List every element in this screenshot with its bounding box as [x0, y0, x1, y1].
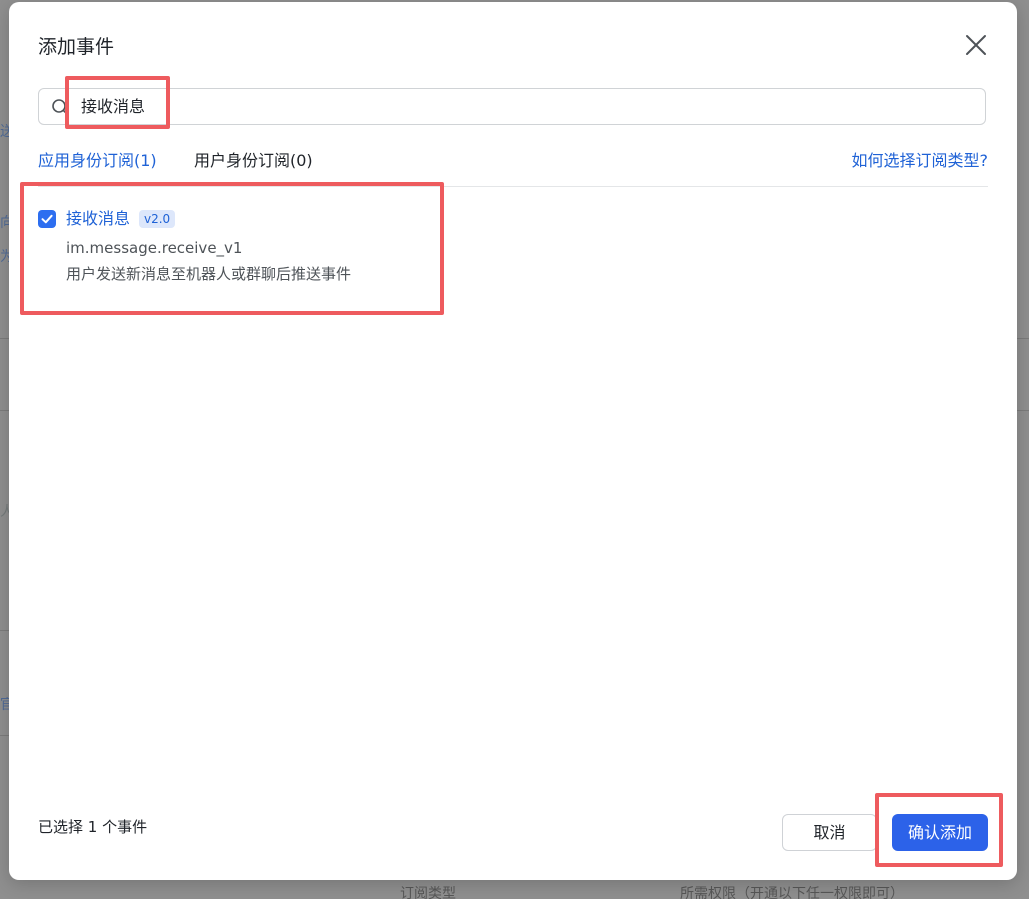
subscription-tabs: 应用身份订阅(1) 用户身份订阅(0) 如何选择订阅类型? [38, 146, 988, 187]
search-icon [52, 99, 69, 116]
event-list-item[interactable]: 接收消息 v2.0 im.message.receive_v1 用户发送新消息至… [38, 206, 458, 290]
dialog-title: 添加事件 [38, 36, 115, 58]
background-fragment: 所需权限（开通以下任一权限即可） [680, 886, 904, 899]
close-icon [966, 35, 986, 55]
search-input[interactable]: 接收消息 [38, 88, 986, 125]
add-event-dialog: 添加事件 接收消息 应用身份订阅(1) 用户身份订阅(0) 如何选择订阅类型? … [9, 2, 1017, 880]
close-button[interactable] [963, 32, 989, 58]
checkmark-icon [41, 214, 53, 224]
tab-app-identity[interactable]: 应用身份订阅(1) [38, 150, 157, 172]
event-key: im.message.receive_v1 [66, 239, 243, 257]
version-badge: v2.0 [139, 210, 176, 228]
cancel-button[interactable]: 取消 [782, 814, 877, 851]
tab-user-identity[interactable]: 用户身份订阅(0) [194, 150, 313, 172]
confirm-add-button[interactable]: 确认添加 [892, 814, 988, 851]
event-name[interactable]: 接收消息 [66, 208, 130, 230]
event-checkbox[interactable] [38, 210, 56, 228]
selected-count-text: 已选择 1 个事件 [38, 818, 148, 836]
subscription-type-help-link[interactable]: 如何选择订阅类型? [852, 150, 989, 172]
search-value: 接收消息 [81, 97, 146, 116]
background-divider [1017, 338, 1029, 339]
background-fragment: 订阅类型 [400, 886, 456, 899]
background-divider [1017, 410, 1029, 411]
event-description: 用户发送新消息至机器人或群聊后推送事件 [66, 265, 352, 283]
